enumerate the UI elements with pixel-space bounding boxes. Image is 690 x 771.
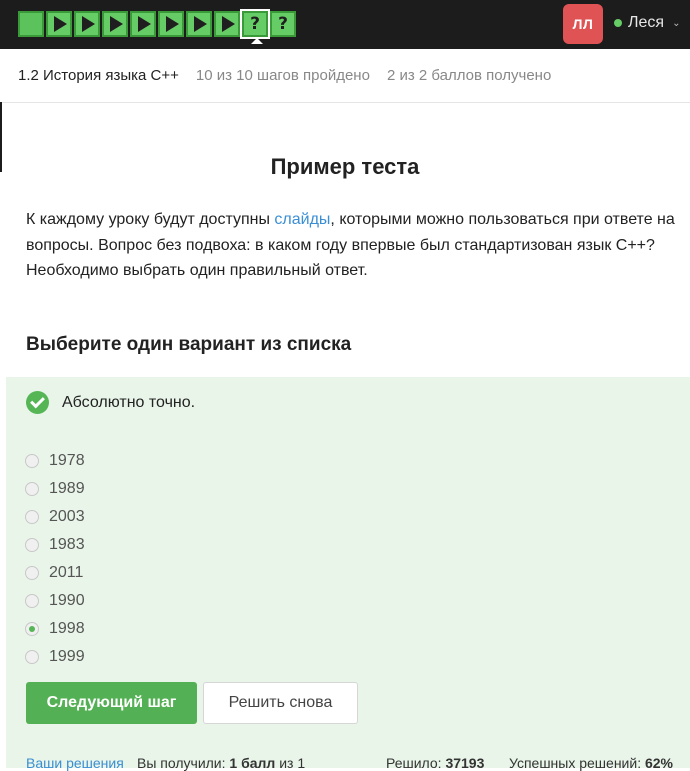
success-label: Успешных решений:	[509, 755, 645, 771]
solve-again-button[interactable]: Решить снова	[203, 682, 358, 724]
step-6-video[interactable]	[158, 11, 184, 37]
option-1998[interactable]: 1998	[25, 615, 85, 643]
option-2003[interactable]: 2003	[25, 503, 85, 531]
option-1999[interactable]: 1999	[25, 643, 85, 671]
radio-button[interactable]	[25, 538, 39, 552]
radio-button[interactable]	[25, 650, 39, 664]
lesson-header: 1.2 История языка C++ 10 из 10 шагов про…	[0, 49, 690, 103]
step-2-video[interactable]	[46, 11, 72, 37]
steps-progress: 10 из 10 шагов пройдено	[195, 67, 370, 84]
score-progress: 2 из 2 баллов получено	[386, 67, 552, 84]
radio-button[interactable]	[25, 510, 39, 524]
chevron-down-icon: ⌄	[672, 17, 681, 29]
choice-instructions: Выберите один вариант из списка	[26, 334, 352, 355]
radio-button[interactable]	[25, 594, 39, 608]
step-7-video[interactable]	[186, 11, 212, 37]
answer-options: 1978 1989 2003 1983 2011 1990 1998 1999	[25, 447, 85, 671]
option-1989[interactable]: 1989	[25, 475, 85, 503]
option-1978[interactable]: 1978	[25, 447, 85, 475]
step-8-video[interactable]	[214, 11, 240, 37]
option-1990[interactable]: 1990	[25, 587, 85, 615]
lesson-title[interactable]: 1.2 История языка C++	[18, 67, 179, 84]
option-label: 1983	[49, 536, 85, 553]
success-value: 62%	[644, 755, 674, 771]
radio-button-selected[interactable]	[25, 622, 39, 636]
solved-value: 37193	[445, 755, 485, 771]
check-circle-icon	[26, 391, 49, 414]
option-label: 1990	[49, 592, 85, 609]
option-2011[interactable]: 2011	[25, 559, 85, 587]
answer-panel: Абсолютно точно. 1978 1989 2003 1983 201…	[6, 377, 690, 771]
solved-label: Решило:	[386, 755, 446, 771]
option-label: 1999	[49, 648, 85, 665]
radio-button[interactable]	[25, 566, 39, 580]
option-1983[interactable]: 1983	[25, 531, 85, 559]
user-menu[interactable]: Леся ⌄	[614, 14, 680, 32]
option-label: 1998	[49, 620, 85, 637]
result-status: Абсолютно точно.	[26, 391, 195, 414]
question-icon: ?	[278, 13, 288, 34]
user-avatar[interactable]: ЛЛ	[563, 4, 603, 44]
question-icon: ?	[250, 13, 260, 34]
top-navigation-bar: ? ? ЛЛ Леся ⌄	[0, 0, 690, 49]
success-rate: Успешных решений: 62%	[509, 755, 673, 771]
radio-button[interactable]	[25, 454, 39, 468]
received-label: Вы получили:	[137, 755, 230, 771]
next-step-button[interactable]: Следующий шаг	[26, 682, 197, 724]
radio-button[interactable]	[25, 482, 39, 496]
step-3-video[interactable]	[74, 11, 100, 37]
step-4-video[interactable]	[102, 11, 128, 37]
online-status-dot	[614, 19, 622, 27]
step-10-quiz[interactable]: ?	[270, 11, 296, 37]
received-total: из 1	[275, 755, 306, 771]
step-progress-bar: ? ?	[18, 9, 296, 44]
step-9-quiz-current[interactable]: ?	[240, 9, 270, 44]
step-5-video[interactable]	[130, 11, 156, 37]
page-title: Пример теста	[270, 154, 420, 179]
step-1-theory[interactable]	[18, 11, 44, 37]
received-score: Вы получили: 1 балл из 1	[137, 755, 305, 771]
question-text: К каждому уроку будут доступны слайды, к…	[26, 207, 676, 284]
user-name: Леся	[628, 14, 665, 31]
your-solutions-link[interactable]: Ваши решения	[26, 755, 124, 771]
option-label: 1989	[49, 480, 85, 497]
solved-count: Решило: 37193	[386, 755, 484, 771]
option-label: 2003	[49, 508, 85, 525]
option-label: 1978	[49, 452, 85, 469]
slides-link[interactable]: слайды	[274, 211, 330, 228]
result-status-text: Абсолютно точно.	[62, 393, 196, 411]
option-label: 2011	[49, 564, 84, 581]
received-value: 1 балл	[229, 755, 276, 771]
question-text-part: К каждому уроку будут доступны	[26, 211, 275, 228]
